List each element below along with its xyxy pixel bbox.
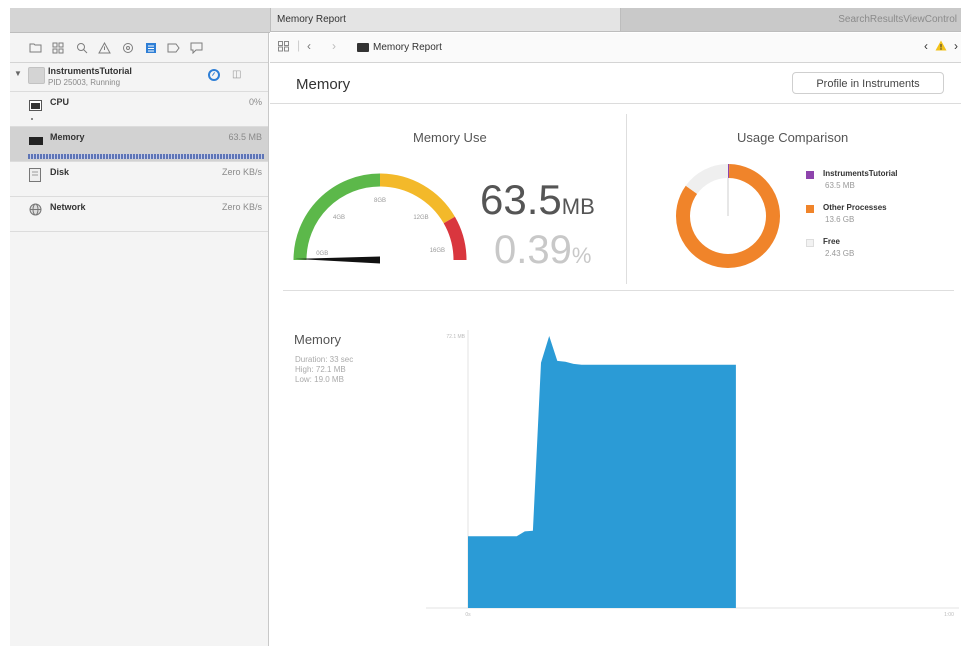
tab-bar-spacer: [10, 8, 270, 33]
disk-icon: [29, 168, 41, 187]
donut-slice-free: [685, 164, 729, 195]
disclosure-triangle-icon[interactable]: ▼: [14, 69, 22, 78]
page-title: Memory: [296, 76, 351, 93]
usage-donut-chart: [676, 163, 780, 268]
jump-bar: | ‹ › Memory Report ‹ ›: [270, 33, 961, 63]
gauge-label-disk: Disk: [50, 167, 70, 177]
debug-gauges-icon[interactable]: [208, 69, 220, 81]
gauge-value-cpu: 0%: [248, 97, 262, 107]
chart-y-tick-label: 72.1 MB: [446, 334, 465, 340]
legend-value: 63.5 MB: [825, 181, 855, 190]
memory-use-percent: 0.39%: [494, 228, 591, 273]
legend-name: InstrumentsTutorial: [823, 169, 898, 178]
tab-bar: Memory Report SearchResultsViewControl: [0, 8, 961, 33]
symbol-icon[interactable]: [47, 39, 70, 57]
memory-use-value: 63.5MB: [480, 176, 595, 224]
debug-navigator: ▼ InstrumentsTutorial PID 25003, Running…: [10, 33, 269, 646]
memory-use-percent-unit: %: [571, 243, 592, 268]
warning-badge-icon[interactable]: [935, 40, 947, 54]
thread-view-icon[interactable]: ◫: [232, 69, 241, 80]
legend-name: Other Processes: [823, 203, 887, 212]
gauge-value-disk: Zero KB/s: [221, 167, 262, 177]
memory-area-series: [468, 336, 736, 608]
search-icon[interactable]: [70, 39, 93, 57]
legend-name: Free: [823, 237, 840, 246]
gauge-label-cpu: CPU: [50, 97, 70, 107]
usage-comparison-title: Usage Comparison: [737, 130, 849, 145]
test-icon[interactable]: [116, 39, 139, 57]
process-row[interactable]: ▼ InstrumentsTutorial PID 25003, Running…: [10, 63, 268, 92]
memory-use-number: 63.5: [480, 176, 562, 223]
warning-icon[interactable]: [93, 39, 116, 57]
network-icon: [29, 203, 42, 221]
gauge-label-memory: Memory: [50, 132, 85, 142]
memory-report-icon: [357, 43, 369, 52]
section-divider: [283, 290, 954, 291]
gauge-row-disk[interactable]: Disk Zero KB/s: [10, 162, 268, 197]
gauge-tick-2: 8GB: [374, 198, 386, 204]
gauge-tick-4: 16GB: [430, 248, 445, 254]
forward-button[interactable]: ›: [332, 39, 336, 53]
gauge-needle: [295, 256, 380, 264]
gauge-row-memory[interactable]: Memory 63.5 MB: [10, 127, 268, 162]
app-icon: [28, 67, 45, 84]
memory-chart-duration: Duration: 33 sec: [295, 355, 354, 364]
tab-memory-report[interactable]: Memory Report: [270, 8, 620, 32]
legend-swatch-free: [806, 239, 814, 247]
cpu-sparkline: [31, 118, 33, 120]
memory-gauge: 0GB 4GB 8GB 12GB 16GB: [293, 173, 467, 264]
navigator-toolbar: [10, 33, 268, 63]
next-issue-button[interactable]: ›: [954, 39, 958, 53]
memory-chart-low: Low: 19.0 MB: [295, 375, 344, 384]
jump-bar-separator: |: [297, 38, 301, 52]
chart-x-tick-label: 1:00: [944, 612, 954, 618]
gauge-tick-1: 4GB: [333, 215, 345, 221]
breadcrumb-memory-report[interactable]: Memory Report: [373, 42, 442, 53]
gauge-row-network[interactable]: Network Zero KB/s: [10, 197, 268, 232]
gauge-label-network: Network: [50, 202, 86, 212]
memory-sparkline: [28, 154, 264, 159]
report-header: Memory Profile in Instruments: [270, 63, 961, 104]
process-status: PID 25003, Running: [48, 78, 121, 87]
legend-value: 2.43 GB: [825, 249, 855, 258]
memory-icon: [29, 133, 43, 151]
gauge-arc-yellow: [379, 173, 455, 224]
back-button[interactable]: ‹: [307, 39, 311, 53]
process-name: InstrumentsTutorial: [48, 66, 132, 76]
legend-swatch-instruments: [806, 171, 814, 179]
memory-area-chart: 72.1 MB 0s 1:00: [426, 330, 959, 618]
gauge-value-memory: 63.5 MB: [228, 132, 262, 142]
memory-chart-high: High: 72.1 MB: [295, 365, 346, 374]
gauge-tick-0: 0GB: [316, 251, 328, 257]
gauge-tick-3: 12GB: [413, 215, 428, 221]
panel-divider: [626, 114, 627, 284]
memory-use-unit: MB: [561, 194, 595, 219]
legend-swatch-other: [806, 205, 814, 213]
legend-value: 13.6 GB: [825, 215, 855, 224]
debug-icon[interactable]: [139, 39, 162, 57]
memory-chart-title: Memory: [294, 332, 341, 347]
gauge-value-network: Zero KB/s: [221, 202, 262, 212]
tab-search-results[interactable]: SearchResultsViewControl: [620, 8, 961, 32]
chart-x-tick-label: 0s: [465, 612, 471, 618]
breakpoint-icon[interactable]: [162, 39, 185, 57]
previous-issue-button[interactable]: ‹: [924, 39, 928, 53]
related-items-icon[interactable]: [278, 41, 290, 55]
gauge-row-cpu[interactable]: CPU 0%: [10, 92, 268, 127]
profile-in-instruments-button[interactable]: Profile in Instruments: [792, 72, 944, 94]
folder-icon[interactable]: [24, 39, 47, 57]
log-icon[interactable]: [185, 39, 208, 57]
memory-use-percent-number: 0.39: [494, 228, 572, 272]
gauge-arc-red: [443, 216, 467, 261]
memory-use-title: Memory Use: [413, 130, 487, 145]
cpu-icon: [29, 98, 42, 116]
